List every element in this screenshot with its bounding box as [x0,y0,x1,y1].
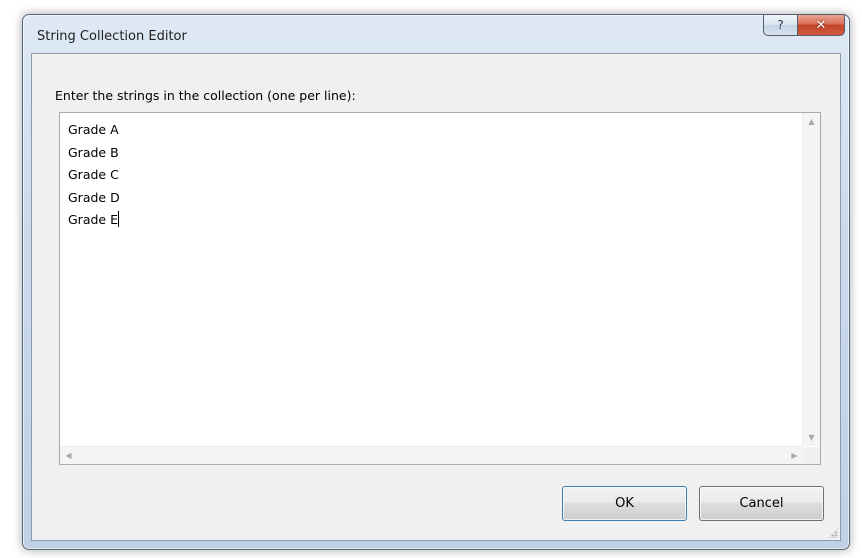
caption-buttons: ? ✕ [763,14,845,36]
cancel-button[interactable]: Cancel [699,486,824,521]
help-icon: ? [777,18,784,32]
strings-text-lines: Grade A Grade B Grade C Grade D Grade E [68,119,120,232]
help-button[interactable]: ? [763,14,797,36]
horizontal-scrollbar[interactable]: ◀ ▶ [60,446,803,464]
scroll-down-arrow-icon[interactable]: ▼ [803,429,820,446]
text-line: Grade B [68,144,119,160]
scroll-right-arrow-icon[interactable]: ▶ [786,447,803,464]
scroll-up-arrow-icon[interactable]: ▲ [803,113,820,130]
scroll-left-arrow-icon[interactable]: ◀ [60,447,77,464]
text-line: Grade E [68,212,118,227]
scrollbar-corner [803,447,820,464]
string-collection-editor-dialog: String Collection Editor ? ✕ Enter the s… [22,14,850,550]
window-title: String Collection Editor [37,29,187,44]
text-caret [117,211,119,227]
text-line-current: Grade E [68,209,120,232]
ok-button[interactable]: OK [562,486,687,521]
text-line: Grade A [68,122,119,137]
resize-grip-icon[interactable] [828,528,838,538]
text-line: Grade C [68,167,119,182]
close-icon: ✕ [815,17,827,33]
text-line: Grade D [68,189,120,205]
dialog-client-area: Enter the strings in the collection (one… [31,53,841,541]
screen: String Collection Editor ? ✕ Enter the s… [0,0,862,558]
vertical-scrollbar[interactable]: ▲ ▼ [802,113,820,446]
close-button[interactable]: ✕ [797,14,845,36]
strings-textbox[interactable]: Grade A Grade B Grade C Grade D Grade E … [59,112,821,465]
prompt-label: Enter the strings in the collection (one… [55,88,356,103]
